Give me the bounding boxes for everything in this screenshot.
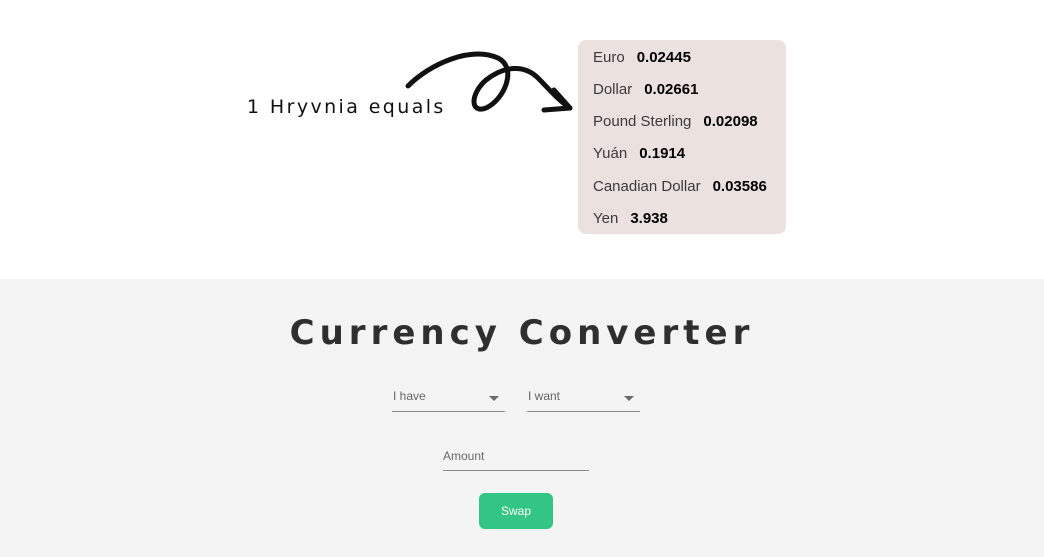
caret-down-icon — [489, 396, 499, 401]
rate-name: Pound Sterling — [593, 112, 692, 130]
converter-section: Currency Converter I have I want Swap — [0, 279, 1044, 557]
rate-name: Euro — [593, 48, 625, 66]
amount-input[interactable] — [443, 443, 589, 469]
rate-name: Yen — [593, 209, 619, 227]
amount-field-wrapper — [443, 443, 589, 471]
rate-row-pound-sterling: Pound Sterling 0.02098 — [593, 111, 758, 131]
rate-row-canadian-dollar: Canadian Dollar 0.03586 — [593, 176, 767, 196]
page: 1 Hryvnia equals Euro 0.02445 Dollar 0.0… — [0, 0, 1044, 557]
rate-name: Yuán — [593, 144, 628, 162]
rate-name: Canadian Dollar — [593, 177, 701, 195]
rate-row-dollar: Dollar 0.02661 — [593, 79, 698, 99]
rate-row-yuan: Yuán 0.1914 — [593, 143, 685, 163]
rate-value: 0.1914 — [639, 144, 686, 162]
have-select-label: I have — [393, 389, 426, 403]
rate-value: 0.03586 — [712, 177, 767, 195]
page-title: Currency Converter — [289, 313, 755, 353]
swap-button[interactable]: Swap — [479, 493, 553, 529]
caret-down-icon — [624, 396, 634, 401]
want-currency-select[interactable]: I want — [527, 385, 640, 412]
rate-value: 3.938 — [630, 209, 668, 227]
have-currency-select[interactable]: I have — [392, 385, 505, 412]
rate-value: 0.02661 — [644, 80, 699, 98]
rate-value: 0.02445 — [636, 48, 691, 66]
want-select-label: I want — [528, 389, 561, 403]
rates-section: 1 Hryvnia equals Euro 0.02445 Dollar 0.0… — [0, 0, 1044, 279]
rate-row-yen: Yen 3.938 — [593, 208, 668, 228]
curved-arrow-icon — [405, 51, 573, 113]
rate-name: Dollar — [593, 80, 633, 98]
rate-value: 0.02098 — [703, 112, 758, 130]
rate-row-euro: Euro 0.02445 — [593, 47, 691, 67]
rates-card: Euro 0.02445 Dollar 0.02661 Pound Sterli… — [578, 40, 786, 234]
